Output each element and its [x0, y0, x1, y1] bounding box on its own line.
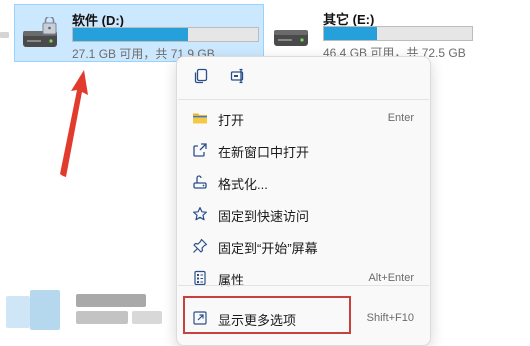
previous-drive-tile-partial[interactable]	[0, 26, 10, 42]
copy-button[interactable]	[188, 65, 214, 91]
menu-item-open[interactable]: 打开 Enter	[185, 103, 422, 133]
drive-usage-fill	[324, 27, 378, 40]
menu-item-label: 在新窗口中打开	[218, 145, 310, 160]
menu-item-label: 格式化...	[218, 177, 268, 192]
drive-usage-bar	[323, 26, 473, 41]
rename-button[interactable]	[225, 65, 251, 91]
annotation-highlight-box	[183, 296, 351, 334]
drive-lock-icon	[21, 15, 59, 53]
menu-separator	[178, 99, 429, 100]
drive-tile-e[interactable]: 其它 (E:) 46.4 GB 可用，共 72.5 GB	[266, 4, 484, 62]
drive-tile-d[interactable]: 软件 (D:) 27.1 GB 可用，共 71.9 GB	[14, 4, 264, 62]
folder-icon	[192, 110, 208, 126]
menu-quick-actions	[177, 57, 430, 97]
pin-icon	[192, 238, 208, 254]
menu-item-pin-start[interactable]: 固定到“开始”屏幕	[185, 231, 422, 261]
menu-item-shortcut: Shift+F10	[366, 312, 414, 324]
open-new-window-icon	[192, 142, 208, 158]
menu-item-label: 属性	[218, 273, 245, 288]
menu-item-label: 打开	[218, 113, 245, 128]
menu-item-open-new-window[interactable]: 在新窗口中打开	[185, 135, 422, 165]
menu-item-shortcut: Alt+Enter	[368, 272, 414, 284]
copy-icon	[193, 68, 209, 89]
blur-block	[132, 311, 162, 324]
properties-icon	[192, 270, 208, 286]
drive-usage-bar	[72, 27, 259, 42]
rename-icon	[230, 68, 246, 89]
menu-item-properties[interactable]: 属性 Alt+Enter	[185, 263, 422, 293]
menu-separator	[178, 285, 429, 286]
menu-item-format[interactable]: 格式化...	[185, 167, 422, 197]
blur-block	[6, 296, 30, 328]
blur-block	[30, 290, 60, 330]
menu-item-pin-quick-access[interactable]: 固定到快速访问	[185, 199, 422, 229]
blur-block	[76, 294, 146, 307]
menu-item-label: 固定到“开始”屏幕	[218, 241, 318, 256]
menu-item-shortcut: Enter	[387, 112, 414, 124]
drive-usage-fill	[73, 28, 188, 41]
menu-item-label: 固定到快速访问	[218, 209, 310, 224]
star-icon	[192, 206, 208, 222]
format-icon	[192, 174, 208, 190]
previous-drive-bar	[0, 32, 9, 38]
blurred-region	[0, 280, 170, 339]
blur-block	[76, 311, 128, 324]
drive-icon	[272, 16, 310, 52]
